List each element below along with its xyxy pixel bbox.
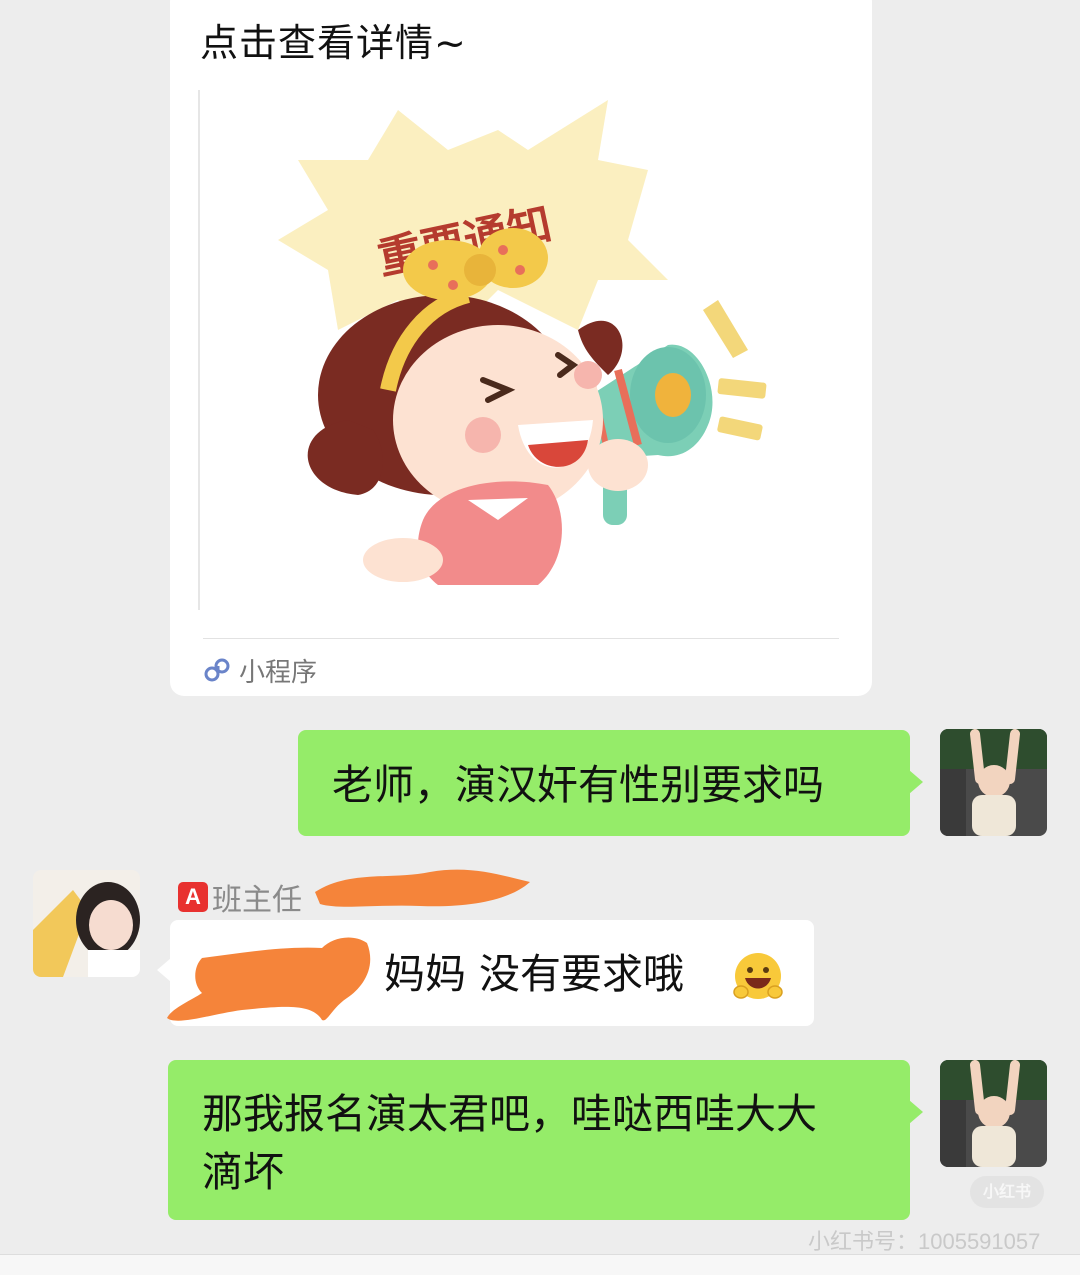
message-text-line: 那我报名演太君吧，哇哒西哇大大 <box>202 1090 817 1138</box>
message-redaction-scribble <box>167 937 371 1021</box>
my-avatar[interactable] <box>940 1060 1047 1167</box>
sender-name-row: A 班主任 <box>178 875 302 919</box>
name-redaction-scribble <box>315 869 530 907</box>
mini-program-title: 点击查看详情~ <box>200 21 467 65</box>
my-avatar[interactable] <box>940 729 1047 836</box>
message-text-line: 滴坏 <box>202 1148 284 1196</box>
sender-avatar[interactable] <box>33 870 140 977</box>
bubble-tail <box>909 1100 923 1124</box>
sender-badge: A <box>178 882 208 912</box>
bottom-bar <box>0 1254 1080 1275</box>
mini-program-icon <box>204 658 230 682</box>
mini-program-divider <box>203 638 839 639</box>
mini-program-label: 小程序 <box>239 657 318 688</box>
mini-program-cover-image: 重要通知 <box>198 90 767 610</box>
sender-name: 班主任 <box>212 883 302 918</box>
message-text: 妈妈 没有要求哦 <box>384 950 685 998</box>
message-bubble-outgoing[interactable]: 那我报名演太君吧，哇哒西哇大大 滴坏 <box>168 1060 910 1220</box>
grinning-emoji-icon <box>733 953 783 999</box>
message-text: 老师，演汉奸有性别要求吗 <box>332 761 824 809</box>
mini-program-footer: 小程序 <box>203 650 317 690</box>
bubble-tail <box>909 770 923 794</box>
watermark-logo: 小红书 <box>970 1176 1044 1208</box>
mini-program-card[interactable]: 点击查看详情~ 重要通知 小程序 <box>170 0 872 696</box>
watermark-id: 小红书号：1005591057 <box>808 1229 1041 1254</box>
message-bubble-outgoing[interactable]: 老师，演汉奸有性别要求吗 <box>298 730 910 836</box>
